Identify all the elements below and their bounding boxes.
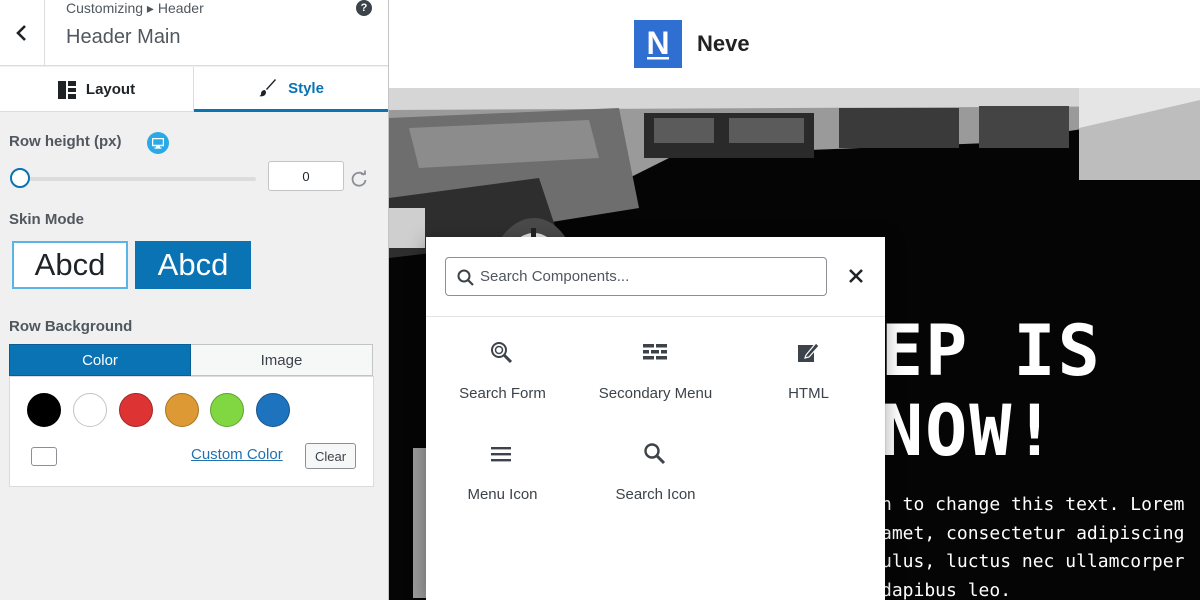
current-color-preview[interactable]: [31, 447, 57, 466]
tab-background-image[interactable]: Image: [191, 344, 373, 376]
paintbrush-icon: [259, 79, 277, 97]
breadcrumb: Customizing ▸ Header: [66, 0, 204, 16]
hero-body-line-2: amet, consectetur adipiscing: [881, 523, 1185, 544]
swatch-orange[interactable]: [165, 393, 199, 427]
component-secondary-menu[interactable]: Secondary Menu: [579, 341, 732, 431]
swatch-blue[interactable]: [256, 393, 290, 427]
close-icon[interactable]: [846, 266, 866, 286]
neve-logo-icon: N: [646, 26, 669, 61]
secondary-menu-icon: [643, 344, 667, 360]
swatch-red[interactable]: [119, 393, 153, 427]
row-background-label: Row Background: [9, 318, 133, 335]
customizer-sidebar: Customizing ▸ Header Header Main ? Layou…: [0, 0, 389, 600]
tab-style[interactable]: Style: [194, 67, 388, 112]
tab-style-label: Style: [288, 79, 324, 97]
component-label: Menu Icon: [467, 486, 538, 503]
site-logo[interactable]: N: [634, 20, 682, 68]
component-search-box: [445, 257, 827, 296]
component-menu-icon[interactable]: Menu Icon: [426, 442, 579, 532]
back-button[interactable]: [0, 0, 45, 66]
chevron-left-icon: [16, 25, 26, 41]
tab-layout-label: Layout: [85, 81, 136, 98]
hamburger-menu-icon: [491, 447, 511, 462]
popover-divider: [426, 316, 885, 317]
section-tabs: Layout Style: [0, 67, 388, 112]
hero-title-line-2: NOW!: [881, 390, 1058, 472]
hero-body-line-3: ulus, luctus nec ullamcorper: [881, 551, 1185, 572]
search-icon: [457, 269, 474, 286]
search-form-icon: [491, 342, 513, 364]
color-picker-panel: Custom Color Clear: [9, 376, 374, 487]
swatch-white[interactable]: [73, 393, 107, 427]
site-header: N Neve: [389, 0, 1200, 88]
desktop-icon[interactable]: [147, 132, 169, 154]
hero-body-line-4: dapibus leo.: [881, 580, 1012, 600]
hero-body-line-1: n to change this text. Lorem: [881, 494, 1185, 515]
swatch-black[interactable]: [27, 393, 61, 427]
svg-text:N: N: [646, 26, 669, 61]
site-title[interactable]: Neve: [697, 31, 750, 57]
component-html[interactable]: HTML: [732, 341, 885, 431]
skin-light-option[interactable]: Abcd: [12, 241, 128, 289]
component-search-form[interactable]: Search Form: [426, 341, 579, 431]
tab-layout[interactable]: Layout: [0, 67, 194, 112]
component-label: Search Icon: [615, 486, 696, 503]
component-label: Secondary Menu: [598, 385, 713, 402]
customizer-header: Customizing ▸ Header Header Main ?: [0, 0, 388, 66]
component-picker-popover: Search Form Secondary Menu HTML Menu Ico…: [426, 237, 885, 600]
component-search-input[interactable]: [480, 259, 820, 294]
panel-title: Header Main: [66, 26, 181, 48]
swatch-green[interactable]: [210, 393, 244, 427]
skin-mode-label: Skin Mode: [9, 211, 85, 228]
background-type-tabs: Color Image: [9, 344, 373, 376]
row-height-slider-track[interactable]: [12, 177, 256, 181]
reset-icon[interactable]: [350, 170, 368, 188]
hero-title-line-1: EP IS: [881, 310, 1102, 392]
custom-color-link[interactable]: Custom Color: [191, 446, 283, 463]
tab-background-color[interactable]: Color: [9, 344, 191, 376]
row-height-label: Row height (px): [9, 133, 122, 150]
skin-dark-option[interactable]: Abcd: [135, 241, 251, 289]
clear-button[interactable]: Clear: [305, 443, 356, 469]
help-icon[interactable]: ?: [356, 0, 372, 16]
row-height-input[interactable]: [268, 161, 344, 191]
component-search-icon[interactable]: Search Icon: [579, 442, 732, 532]
component-label: Search Form: [459, 385, 546, 402]
row-height-slider-handle[interactable]: [10, 168, 30, 188]
html-edit-icon: [798, 342, 820, 362]
layout-grid-icon: [57, 80, 76, 99]
search-icon: [644, 443, 666, 465]
component-label: HTML: [788, 385, 829, 402]
